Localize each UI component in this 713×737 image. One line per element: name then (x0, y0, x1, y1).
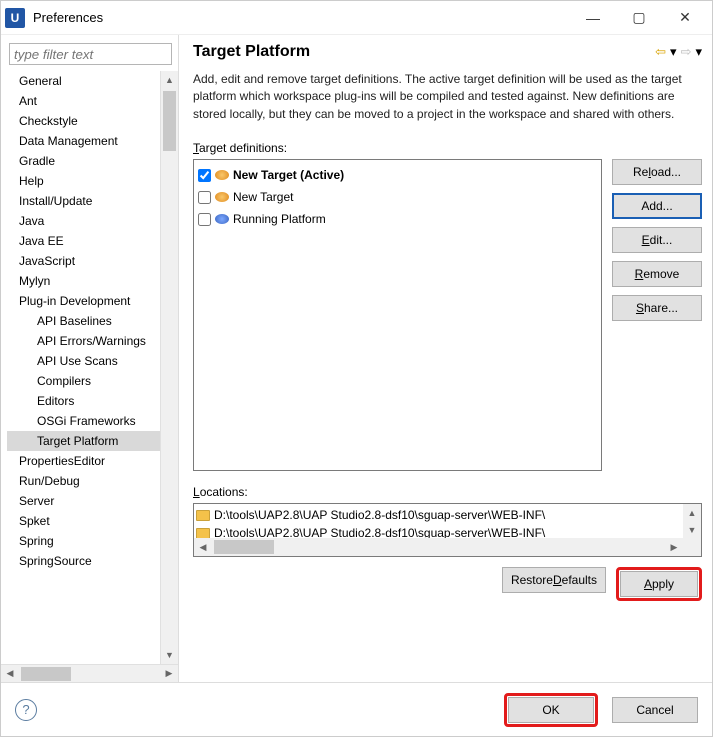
footer: ? OK Cancel (1, 682, 712, 736)
target-definition-item[interactable]: New Target (Active) (198, 164, 597, 186)
close-button[interactable]: ✕ (662, 3, 708, 33)
location-path: D:\tools\UAP2.8\UAP Studio2.8-dsf10\sgua… (214, 508, 545, 522)
definition-checkbox[interactable] (198, 213, 211, 226)
definition-name: New Target (Active) (233, 168, 344, 182)
share-button[interactable]: Share... (612, 295, 702, 321)
reload-button[interactable]: Reload... (612, 159, 702, 185)
help-icon[interactable]: ? (15, 699, 37, 721)
tree-item[interactable]: Java (7, 211, 160, 231)
tree-item[interactable]: Mylyn (7, 271, 160, 291)
cancel-button[interactable]: Cancel (612, 697, 698, 723)
tree-item[interactable]: Checkstyle (7, 111, 160, 131)
locations-horizontal-scrollbar[interactable]: ◀▶ (194, 538, 683, 556)
filter-input[interactable] (9, 43, 172, 65)
ok-highlight: OK (504, 693, 598, 727)
tree-item[interactable]: Editors (7, 391, 160, 411)
restore-defaults-button[interactable]: Restore Defaults (502, 567, 606, 593)
remove-button[interactable]: Remove (612, 261, 702, 287)
tree-item[interactable]: Target Platform (7, 431, 160, 451)
back-menu-icon[interactable]: ▾ (670, 44, 677, 60)
target-definition-item[interactable]: New Target (198, 186, 597, 208)
target-icon (215, 192, 229, 202)
folder-icon (196, 528, 210, 539)
add-button[interactable]: Add... (612, 193, 702, 219)
tree-item[interactable]: API Use Scans (7, 351, 160, 371)
locations-list[interactable]: D:\tools\UAP2.8\UAP Studio2.8-dsf10\sgua… (193, 503, 702, 557)
tree-item[interactable]: Install/Update (7, 191, 160, 211)
tree-vertical-scrollbar[interactable]: ▲▼ (160, 71, 178, 664)
edit-button[interactable]: Edit... (612, 227, 702, 253)
apply-button[interactable]: Apply (620, 571, 698, 597)
tree-item[interactable]: Spket (7, 511, 160, 531)
target-definitions-label: Target definitions: (193, 141, 702, 155)
apply-highlight: Apply (616, 567, 702, 601)
forward-icon[interactable]: ⇨ (681, 44, 692, 60)
tree-horizontal-scrollbar[interactable]: ◀▶ (1, 664, 178, 682)
forward-menu-icon[interactable]: ▾ (695, 44, 702, 60)
tree-item[interactable]: Run/Debug (7, 471, 160, 491)
target-icon (215, 214, 229, 224)
minimize-button[interactable]: — (570, 3, 616, 33)
preferences-window: U Preferences — ▢ ✕ GeneralAntCheckstyle… (0, 0, 713, 737)
tree-item[interactable]: SpringSource (7, 551, 160, 571)
target-definitions-list[interactable]: New Target (Active) New Target Running Pla… (193, 159, 602, 471)
tree-item[interactable]: Plug-in Development (7, 291, 160, 311)
location-item[interactable]: D:\tools\UAP2.8\UAP Studio2.8-dsf10\sgua… (196, 506, 699, 524)
definition-name: Running Platform (233, 212, 326, 226)
definition-checkbox[interactable] (198, 191, 211, 204)
tree-item[interactable]: General (7, 71, 160, 91)
tree-item[interactable]: Ant (7, 91, 160, 111)
definition-buttons: Reload... Add... Edit... Remove Share... (612, 159, 702, 471)
tree-item[interactable]: OSGi Frameworks (7, 411, 160, 431)
tree-item[interactable]: Java EE (7, 231, 160, 251)
ok-button[interactable]: OK (508, 697, 594, 723)
tree-item[interactable]: Data Management (7, 131, 160, 151)
folder-icon (196, 510, 210, 521)
tree-item[interactable]: Gradle (7, 151, 160, 171)
tree-item[interactable]: Compilers (7, 371, 160, 391)
target-icon (215, 170, 229, 180)
maximize-button[interactable]: ▢ (616, 3, 662, 33)
app-icon: U (5, 8, 25, 28)
tree-item[interactable]: Help (7, 171, 160, 191)
tree-item[interactable]: API Baselines (7, 311, 160, 331)
window-title: Preferences (33, 10, 103, 25)
definition-name: New Target (233, 190, 293, 204)
target-definition-item[interactable]: Running Platform (198, 208, 597, 230)
page-description: Add, edit and remove target definitions.… (193, 71, 702, 123)
back-icon[interactable]: ⇦ (655, 44, 666, 60)
locations-vertical-scrollbar[interactable]: ▲▼ (683, 504, 701, 538)
preference-tree[interactable]: GeneralAntCheckstyleData ManagementGradl… (1, 71, 160, 664)
tree-item[interactable]: PropertiesEditor (7, 451, 160, 471)
detail-pane: Target Platform ⇦ ▾ ⇨ ▾ Add, edit and re… (179, 35, 712, 682)
tree-item[interactable]: Spring (7, 531, 160, 551)
tree-item[interactable]: API Errors/Warnings (7, 331, 160, 351)
definition-checkbox[interactable] (198, 169, 211, 182)
titlebar: U Preferences — ▢ ✕ (1, 1, 712, 35)
tree-item[interactable]: Server (7, 491, 160, 511)
locations-label: Locations: (193, 485, 702, 499)
page-title: Target Platform (193, 43, 655, 61)
sidebar: GeneralAntCheckstyleData ManagementGradl… (1, 35, 179, 682)
tree-item[interactable]: JavaScript (7, 251, 160, 271)
history-nav: ⇦ ▾ ⇨ ▾ (655, 44, 702, 60)
